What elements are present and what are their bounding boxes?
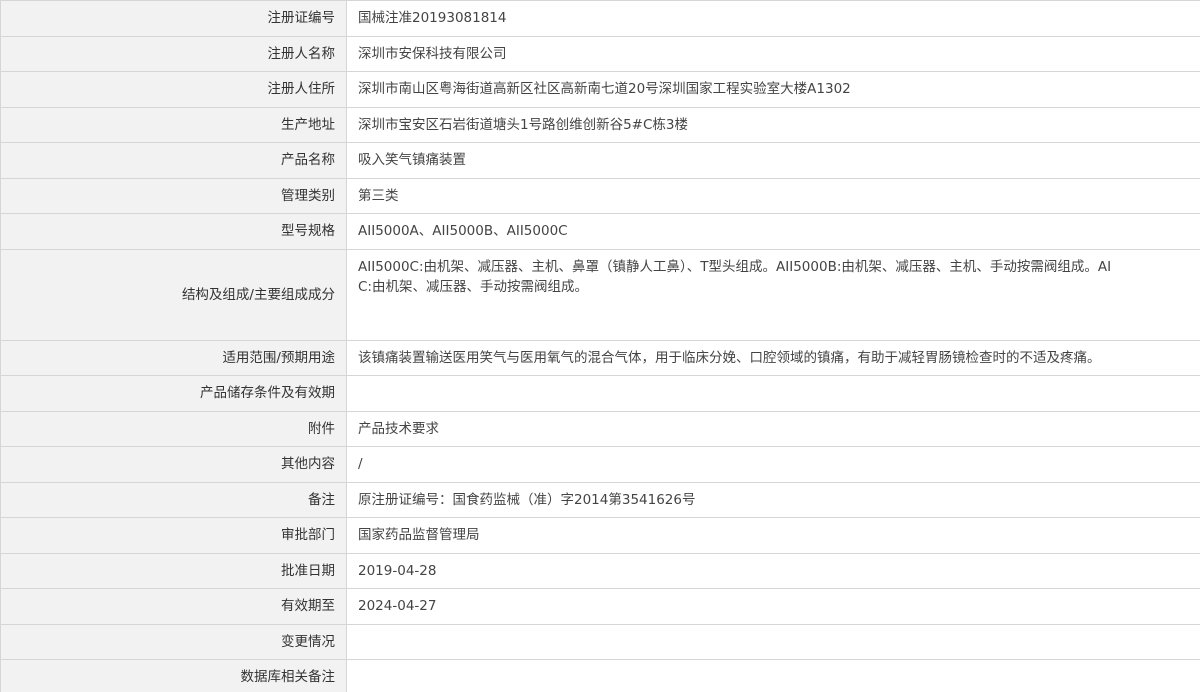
field-label: 产品名称 [0,142,347,179]
row-valid-until: 有效期至 2024-04-27 [0,588,1200,625]
row-attachment: 附件 产品技术要求 [0,410,1200,447]
field-value: / [346,446,1200,483]
field-label: 备注 [0,481,347,518]
row-model-spec: 型号规格 AII5000A、AII5000B、AII5000C [0,213,1200,250]
field-value: 国家药品监督管理局 [346,517,1200,554]
field-value: 第三类 [346,177,1200,214]
field-value: 国械注准20193081814 [346,0,1200,37]
field-label: 结构及组成/主要组成成分 [0,248,347,341]
row-approval-date: 批准日期 2019-04-28 [0,552,1200,589]
field-value: AII5000C:由机架、减压器、主机、鼻罩（镇静人工鼻）、T型头组成。AII5… [346,248,1200,341]
row-management-category: 管理类别 第三类 [0,177,1200,214]
field-label: 审批部门 [0,517,347,554]
field-value: 原注册证编号：国食药监械（准）字2014第3541626号 [346,481,1200,518]
field-value-line: AII5000C:由机架、减压器、主机、鼻罩（镇静人工鼻）、T型头组成。AII5… [358,258,1112,275]
row-approval-department: 审批部门 国家药品监督管理局 [0,517,1200,554]
row-registrant-address: 注册人住所 深圳市南山区粤海街道高新区社区高新南七道20号深圳国家工程实验室大楼… [0,71,1200,108]
row-registrant-name: 注册人名称 深圳市安保科技有限公司 [0,35,1200,72]
field-value: 深圳市南山区粤海街道高新区社区高新南七道20号深圳国家工程实验室大楼A1302 [346,71,1200,108]
field-value: 2019-04-28 [346,552,1200,589]
field-value: AII5000A、AII5000B、AII5000C [346,213,1200,250]
field-label: 产品储存条件及有效期 [0,375,347,412]
field-value [346,659,1200,692]
field-value: 2024-04-27 [346,588,1200,625]
field-label: 附件 [0,410,347,447]
field-value: 该镇痛装置输送医用笑气与医用氧气的混合气体，用于临床分娩、口腔领域的镇痛，有助于… [346,339,1200,376]
row-other-content: 其他内容 / [0,446,1200,483]
row-intended-use: 适用范围/预期用途 该镇痛装置输送医用笑气与医用氧气的混合气体，用于临床分娩、口… [0,339,1200,376]
row-storage-validity: 产品储存条件及有效期 [0,375,1200,412]
row-product-name: 产品名称 吸入笑气镇痛装置 [0,142,1200,179]
field-label: 批准日期 [0,552,347,589]
row-remarks: 备注 原注册证编号：国食药监械（准）字2014第3541626号 [0,481,1200,518]
field-label: 生产地址 [0,106,347,143]
field-label: 管理类别 [0,177,347,214]
field-label: 其他内容 [0,446,347,483]
row-production-address: 生产地址 深圳市宝安区石岩街道塘头1号路创维创新谷5#C栋3楼 [0,106,1200,143]
field-value: 深圳市宝安区石岩街道塘头1号路创维创新谷5#C栋3楼 [346,106,1200,143]
row-change-history: 变更情况 [0,623,1200,660]
field-label: 有效期至 [0,588,347,625]
field-label: 注册证编号 [0,0,347,37]
field-value: 产品技术要求 [346,410,1200,447]
field-label: 注册人住所 [0,71,347,108]
field-label: 型号规格 [0,213,347,250]
field-label: 适用范围/预期用途 [0,339,347,376]
field-label: 数据库相关备注 [0,659,347,692]
field-value [346,375,1200,412]
field-label: 变更情况 [0,623,347,660]
field-value [346,623,1200,660]
registration-record-table: 注册证编号 国械注准20193081814 注册人名称 深圳市安保科技有限公司 … [0,0,1200,692]
field-label: 注册人名称 [0,35,347,72]
field-value: 吸入笑气镇痛装置 [346,142,1200,179]
row-registration-number: 注册证编号 国械注准20193081814 [0,0,1200,37]
row-database-notes: 数据库相关备注 [0,659,1200,692]
row-structure-composition: 结构及组成/主要组成成分 AII5000C:由机架、减压器、主机、鼻罩（镇静人工… [0,248,1200,341]
field-value-line: C:由机架、减压器、手动按需阀组成。 [358,278,588,295]
field-value: 深圳市安保科技有限公司 [346,35,1200,72]
